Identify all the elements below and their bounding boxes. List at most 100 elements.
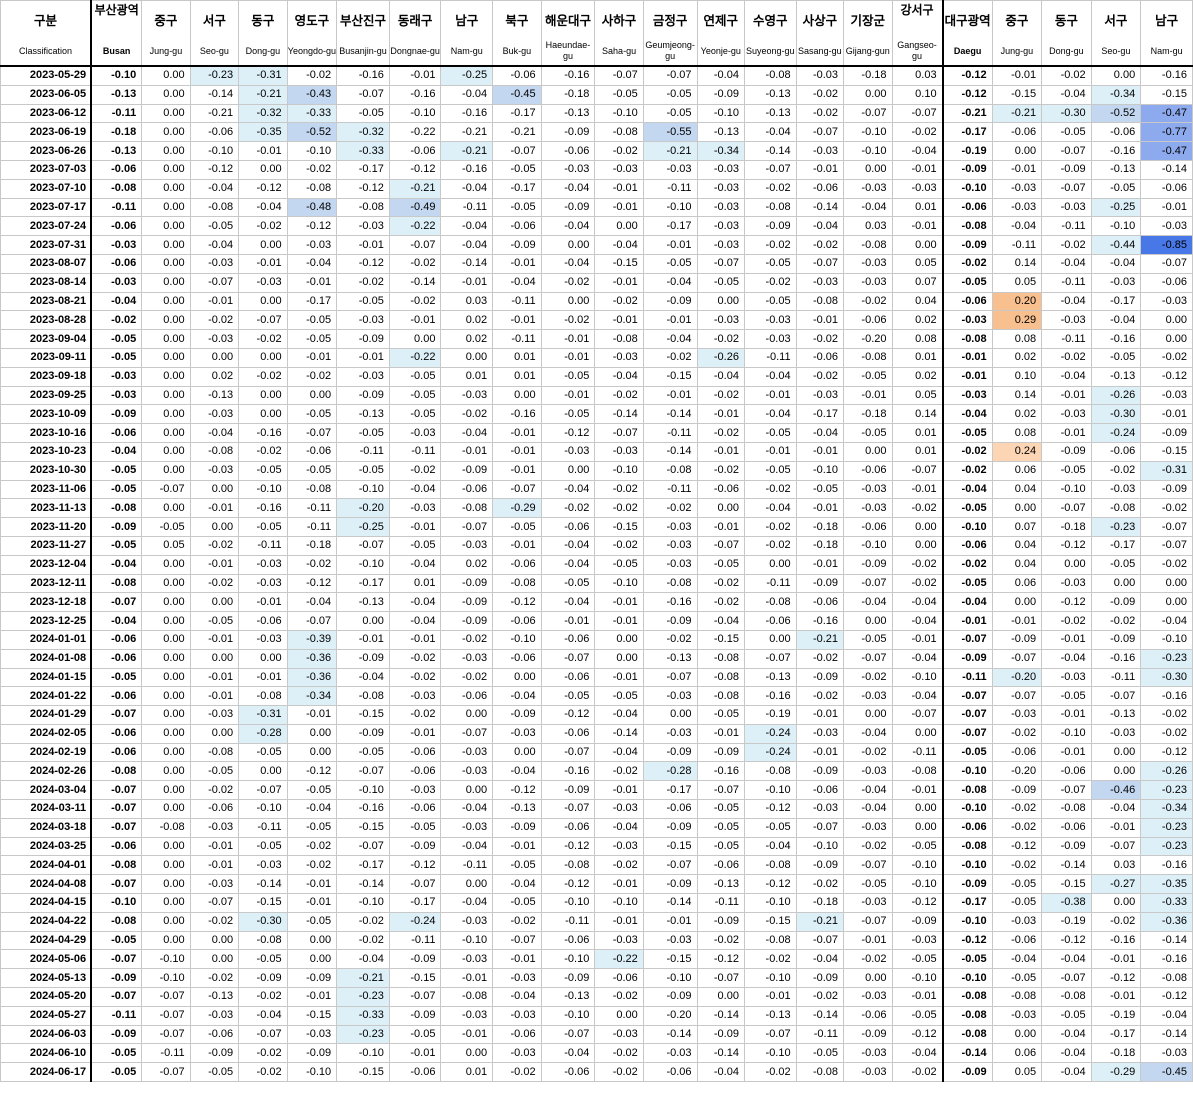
value-cell: -0.06 — [492, 611, 542, 631]
value-cell: -0.02 — [891, 122, 944, 143]
value-cell: -0.31 — [238, 705, 288, 725]
value-cell: -0.01 — [594, 667, 644, 688]
value-cell: -0.05 — [141, 517, 191, 537]
row-date: 2024-04-22 — [0, 911, 93, 932]
region-total-cell: -0.10 — [942, 761, 993, 782]
row-date: 2023-12-25 — [0, 611, 93, 631]
value-cell: 0.00 — [141, 836, 191, 857]
value-cell: -0.02 — [743, 178, 797, 199]
region-total-cell: -0.08 — [942, 1005, 993, 1026]
value-cell: -0.03 — [696, 235, 745, 255]
value-cell: -0.10 — [594, 573, 644, 594]
value-cell: -0.07 — [1041, 498, 1092, 519]
value-cell: 0.00 — [891, 817, 944, 838]
value-cell: -0.07 — [991, 686, 1043, 707]
value-cell: -0.05 — [743, 817, 797, 838]
value-cell: -0.02 — [991, 855, 1043, 876]
value-cell: 0.02 — [891, 366, 944, 387]
value-cell: -0.07 — [238, 310, 288, 331]
value-cell: -0.02 — [1090, 611, 1142, 631]
value-cell: 0.01 — [891, 423, 944, 443]
value-cell: 0.07 — [991, 517, 1043, 537]
value-cell: 0.00 — [286, 742, 338, 763]
value-cell: -0.07 — [1041, 141, 1092, 161]
value-cell: 0.00 — [141, 404, 191, 425]
table-row: 2024-01-01 -0.06 0.00 -0.01 -0.03 -0.39 -0.01-… — [0, 629, 1193, 650]
region-total-cell: -0.08 — [90, 573, 143, 594]
header-region-en: Jung-gu — [991, 37, 1043, 67]
value-cell: -0.19 — [1090, 1005, 1142, 1026]
value-cell: -0.07 — [286, 611, 338, 631]
value-cell: -0.11 — [440, 855, 494, 876]
region-total-cell: -0.10 — [942, 799, 993, 819]
value-cell: -0.01 — [540, 385, 596, 406]
value-cell: -0.05 — [1041, 686, 1092, 707]
value-cell: -0.03 — [594, 159, 644, 180]
region-total-cell: -0.10 — [90, 65, 143, 86]
region-total-cell: -0.06 — [90, 836, 143, 857]
value-cell: -0.06 — [540, 817, 596, 838]
region-total-cell: -0.05 — [942, 498, 993, 519]
table-row: 2024-06-10 -0.05 -0.11 -0.09 -0.02 -0.09 -0.10… — [0, 1043, 1193, 1064]
value-cell: -0.20 — [843, 329, 893, 349]
value-cell: -0.03 — [696, 178, 745, 199]
value-cell: -0.05 — [642, 84, 698, 105]
value-cell: -0.45 — [492, 84, 542, 105]
region-total-cell: -0.10 — [942, 968, 993, 989]
value-cell: 0.00 — [492, 667, 542, 688]
value-cell: -0.11 — [492, 329, 542, 349]
value-cell: -0.02 — [189, 968, 240, 989]
row-date: 2024-03-11 — [0, 799, 93, 819]
header-region-en: Haeundae-gu — [540, 37, 596, 67]
value-cell: -0.05 — [642, 253, 698, 274]
row-date: 2023-12-18 — [0, 592, 93, 613]
value-cell: 0.00 — [141, 441, 191, 462]
value-cell: -0.52 — [1090, 103, 1142, 124]
value-cell: -0.06 — [540, 930, 596, 951]
value-cell: 0.00 — [843, 159, 893, 180]
row-date: 2024-03-25 — [0, 836, 93, 857]
value-cell: -0.12 — [540, 874, 596, 895]
value-cell: -0.16 — [1090, 329, 1142, 349]
value-cell: -0.03 — [388, 498, 442, 519]
value-cell: -0.06 — [492, 65, 542, 86]
value-cell: -0.03 — [795, 799, 845, 819]
value-cell: -0.09 — [540, 780, 596, 801]
header-region-en: Yeonje-gu — [696, 37, 745, 67]
value-cell: -0.02 — [1041, 235, 1092, 255]
value-cell: 0.00 — [141, 103, 191, 124]
value-cell: -0.02 — [696, 329, 745, 349]
value-cell: -0.04 — [1041, 366, 1092, 387]
value-cell: -0.06 — [492, 554, 542, 575]
value-cell: -0.04 — [1041, 84, 1092, 105]
value-cell: -0.85 — [1140, 235, 1193, 255]
value-cell: -0.02 — [743, 517, 797, 537]
value-cell: -0.04 — [540, 1043, 596, 1064]
table-row: 2023-07-03 -0.06 0.00 -0.12 0.00 -0.02 -0.17 -0… — [0, 159, 1193, 180]
value-cell: -0.05 — [388, 1024, 442, 1045]
value-cell: -0.02 — [696, 573, 745, 594]
value-cell: -0.09 — [388, 949, 442, 970]
header-region-kr: 중구 — [991, 0, 1043, 37]
value-cell: -0.07 — [540, 648, 596, 669]
header-region-kr: 동구 — [1041, 0, 1092, 37]
value-cell: 0.08 — [991, 329, 1043, 349]
row-date: 2023-10-23 — [0, 441, 93, 462]
value-cell: -0.10 — [843, 141, 893, 161]
value-cell: -0.10 — [388, 103, 442, 124]
value-cell: -0.01 — [891, 987, 944, 1007]
table-row: 2023-08-14 -0.03 0.00 -0.07 -0.03 -0.01 -0.02-… — [0, 272, 1193, 293]
value-cell: 0.05 — [991, 1062, 1043, 1083]
value-cell: -0.15 — [1041, 874, 1092, 895]
value-cell: -0.01 — [1090, 817, 1142, 838]
value-cell: -0.14 — [696, 1043, 745, 1064]
row-date: 2024-03-18 — [0, 817, 93, 838]
region-total-cell: -0.12 — [942, 65, 993, 86]
value-cell: -0.07 — [540, 799, 596, 819]
value-cell: -0.04 — [286, 799, 338, 819]
value-cell: -0.10 — [238, 799, 288, 819]
value-cell: -0.07 — [388, 874, 442, 895]
value-cell: -0.04 — [843, 592, 893, 613]
value-cell: -0.04 — [440, 836, 494, 857]
value-cell: 0.05 — [891, 253, 944, 274]
